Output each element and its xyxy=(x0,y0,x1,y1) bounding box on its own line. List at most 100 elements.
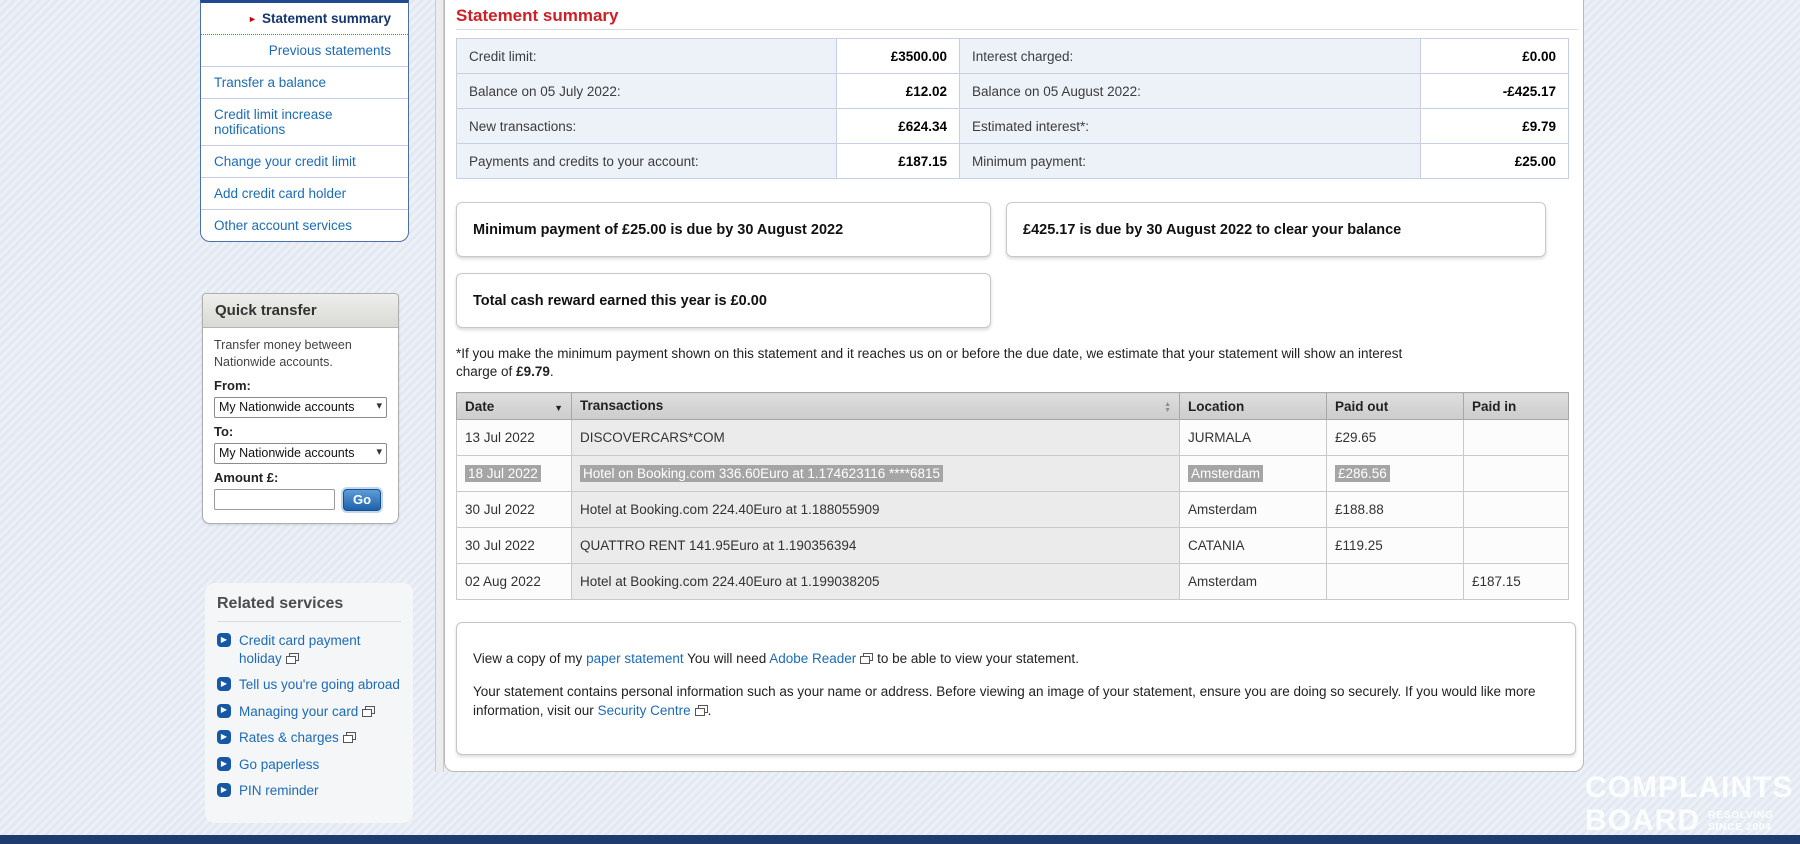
bullet-arrow-icon: ▶ xyxy=(217,757,231,771)
go-button[interactable]: Go xyxy=(343,489,381,511)
summary-label: Credit limit: xyxy=(457,39,837,74)
page-bottom-bar xyxy=(0,835,1800,844)
table-row: 13 Jul 2022 DISCOVERCARS*COM JURMALA £29… xyxy=(457,420,1569,456)
column-header-label: Transactions xyxy=(580,398,663,413)
link-pin-reminder[interactable]: PIN reminder xyxy=(239,783,319,798)
link-going-abroad[interactable]: Tell us you're going abroad xyxy=(239,677,400,692)
external-link-icon xyxy=(286,653,299,664)
cell-location: CATANIA xyxy=(1180,528,1327,564)
cell-paid-out xyxy=(1327,564,1464,600)
table-row: 30 Jul 2022 QUATTRO RENT 141.95Euro at 1… xyxy=(457,528,1569,564)
link-managing-your-card[interactable]: Managing your card xyxy=(239,704,358,719)
cell-transaction: QUATTRO RENT 141.95Euro at 1.190356394 xyxy=(572,528,1180,564)
column-header-label: Paid in xyxy=(1472,399,1516,414)
cell-location: Amsterdam xyxy=(1180,492,1327,528)
security-centre-link[interactable]: Security Centre xyxy=(598,703,691,718)
cell-paid-out: £29.65 xyxy=(1327,420,1464,456)
column-header-location[interactable]: Location xyxy=(1180,393,1327,420)
nav-item-statement-summary[interactable]: ►Statement summary xyxy=(201,3,408,35)
nav-item-credit-limit-increase[interactable]: Credit limit increase notifications xyxy=(201,99,408,146)
column-header-date[interactable]: ▼Date xyxy=(457,393,572,420)
bullet-arrow-icon: ▶ xyxy=(217,730,231,744)
cell-paid-out: £188.88 xyxy=(1327,492,1464,528)
cell-date: 18 Jul 2022 xyxy=(457,456,572,492)
nav-item-add-card-holder[interactable]: Add credit card holder xyxy=(201,178,408,210)
transactions-table: ▼Date ▲▼ Transactions Location Paid out P… xyxy=(456,392,1569,600)
table-row: Balance on 05 July 2022: £12.02 Balance … xyxy=(457,74,1569,109)
cell-paid-in: £187.15 xyxy=(1464,564,1569,600)
link-rates-and-charges[interactable]: Rates & charges xyxy=(239,730,339,745)
security-paragraph: Your statement contains personal informa… xyxy=(473,682,1559,721)
paper-statement-paragraph: View a copy of my paper statement You wi… xyxy=(473,649,1559,669)
external-link-icon xyxy=(860,653,873,664)
to-account-select[interactable]: My Nationwide accounts xyxy=(214,443,387,464)
bullet-arrow-icon: ▶ xyxy=(217,633,231,647)
list-item: ▶ Tell us you're going abroad xyxy=(217,676,401,694)
interest-footnote: *If you make the minimum payment shown o… xyxy=(456,345,1446,381)
complaintsboard-watermark: COMPLAINTS BOARD RESOLVINGSINCE 2004 xyxy=(1585,773,1793,836)
column-header-transactions[interactable]: ▲▼ Transactions xyxy=(572,393,1180,420)
cell-paid-in xyxy=(1464,456,1569,492)
nav-item-label: Transfer a balance xyxy=(214,75,326,90)
info-text: View a copy of my xyxy=(473,651,582,666)
summary-label: Payments and credits to your account: xyxy=(457,144,837,179)
column-header-paid-out[interactable]: Paid out xyxy=(1327,393,1464,420)
summary-label: New transactions: xyxy=(457,109,837,144)
adobe-reader-link[interactable]: Adobe Reader xyxy=(769,651,856,666)
related-services-panel: Related services ▶ Credit card payment h… xyxy=(205,583,413,823)
link-go-paperless[interactable]: Go paperless xyxy=(239,757,319,772)
nav-item-label: Change your credit limit xyxy=(214,154,356,169)
cell-paid-out: £119.25 xyxy=(1327,528,1464,564)
external-link-icon xyxy=(343,732,356,743)
watermark-line1: COMPLAINTS xyxy=(1585,773,1793,803)
quick-transfer-panel: Quick transfer Transfer money between Na… xyxy=(202,293,399,524)
cell-date: 30 Jul 2022 xyxy=(457,492,572,528)
table-row: Credit limit: £3500.00 Interest charged:… xyxy=(457,39,1569,74)
summary-value: £187.15 xyxy=(837,144,960,179)
quick-transfer-title: Quick transfer xyxy=(203,294,398,328)
from-label: From: xyxy=(214,378,387,393)
summary-label: Balance on 05 August 2022: xyxy=(960,74,1421,109)
column-header-label: Date xyxy=(465,399,494,414)
paper-statement-info-box: View a copy of my paper statement You wi… xyxy=(456,622,1576,755)
related-services-title: Related services xyxy=(217,595,401,622)
table-row: 02 Aug 2022 Hotel at Booking.com 224.40E… xyxy=(457,564,1569,600)
watermark-tagline: RESOLVING xyxy=(1708,809,1774,821)
amount-input[interactable] xyxy=(214,489,335,510)
from-account-select[interactable]: My Nationwide accounts xyxy=(214,397,387,418)
divider xyxy=(456,29,1578,30)
table-row: Payments and credits to your account: £1… xyxy=(457,144,1569,179)
nav-item-other-account-services[interactable]: Other account services xyxy=(201,210,408,241)
nav-item-transfer-a-balance[interactable]: Transfer a balance xyxy=(201,67,408,99)
summary-label: Interest charged: xyxy=(960,39,1421,74)
sort-toggle-icon: ▲▼ xyxy=(1164,402,1171,414)
account-nav: ►Statement summary Previous statements T… xyxy=(200,0,409,242)
paper-statement-link[interactable]: paper statement xyxy=(586,651,684,666)
summary-value: £12.02 xyxy=(837,74,960,109)
clear-balance-notice: £425.17 is due by 30 August 2022 to clea… xyxy=(1006,202,1546,257)
link-credit-card-payment-holiday[interactable]: Credit card payment holiday xyxy=(239,633,361,666)
column-header-paid-in[interactable]: Paid in xyxy=(1464,393,1569,420)
list-item: ▶ Credit card payment holiday xyxy=(217,632,401,667)
cell-transaction: DISCOVERCARS*COM xyxy=(572,420,1180,456)
nav-item-label: Credit limit increase notifications xyxy=(214,107,333,137)
cell-paid-in xyxy=(1464,528,1569,564)
summary-value: -£425.17 xyxy=(1421,74,1569,109)
page-title: Statement summary xyxy=(456,6,619,26)
nav-item-change-credit-limit[interactable]: Change your credit limit xyxy=(201,146,408,178)
cell-paid-in xyxy=(1464,492,1569,528)
summary-value: £624.34 xyxy=(837,109,960,144)
summary-label: Balance on 05 July 2022: xyxy=(457,74,837,109)
footnote-suffix: . xyxy=(550,364,554,379)
nav-item-label: Add credit card holder xyxy=(214,186,346,201)
nav-item-label: Previous statements xyxy=(269,43,391,58)
cell-date: 30 Jul 2022 xyxy=(457,528,572,564)
content-gutter xyxy=(435,0,444,772)
watermark-line2: BOARD xyxy=(1585,806,1700,836)
statement-summary-table: Credit limit: £3500.00 Interest charged:… xyxy=(456,38,1569,179)
active-item-arrow-icon: ► xyxy=(248,14,257,24)
cash-reward-notice: Total cash reward earned this year is £0… xyxy=(456,273,991,328)
table-row-selected: 18 Jul 2022 Hotel on Booking.com 336.60E… xyxy=(457,456,1569,492)
footnote-text: *If you make the minimum payment shown o… xyxy=(456,346,1402,379)
nav-item-previous-statements[interactable]: Previous statements xyxy=(201,35,408,67)
